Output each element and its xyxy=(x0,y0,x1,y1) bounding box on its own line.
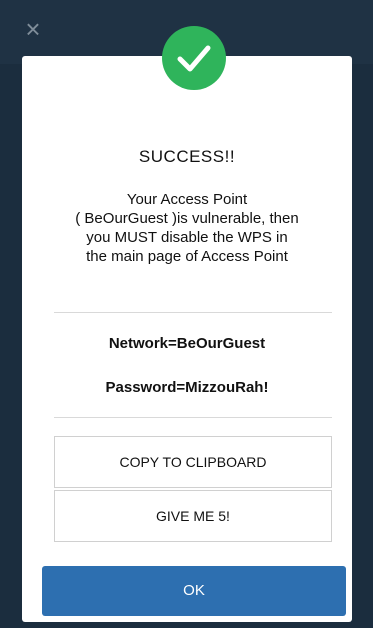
divider xyxy=(54,417,332,418)
dialog-title: SUCCESS!! xyxy=(138,147,236,166)
ok-button[interactable]: OK xyxy=(42,566,346,616)
close-icon[interactable]: × xyxy=(22,16,44,42)
password-info: Password=MizzouRah! xyxy=(105,379,269,396)
message-line: Your Access Point xyxy=(126,191,248,208)
message-line: the main page of Access Point xyxy=(86,248,288,265)
dialog-message: Your Access Point ( BeOurGuest )is vulne… xyxy=(44,190,330,266)
divider xyxy=(54,312,332,313)
copy-to-clipboard-button[interactable]: COPY TO CLIPBOARD xyxy=(54,436,332,488)
check-icon xyxy=(162,26,226,90)
network-info: Network=BeOurGuest xyxy=(108,335,266,352)
message-line: you MUST disable the WPS in xyxy=(86,229,288,246)
message-line: ( BeOurGuest )is vulnerable, then xyxy=(75,210,299,227)
give-me-five-button[interactable]: GIVE ME 5! xyxy=(54,490,332,542)
